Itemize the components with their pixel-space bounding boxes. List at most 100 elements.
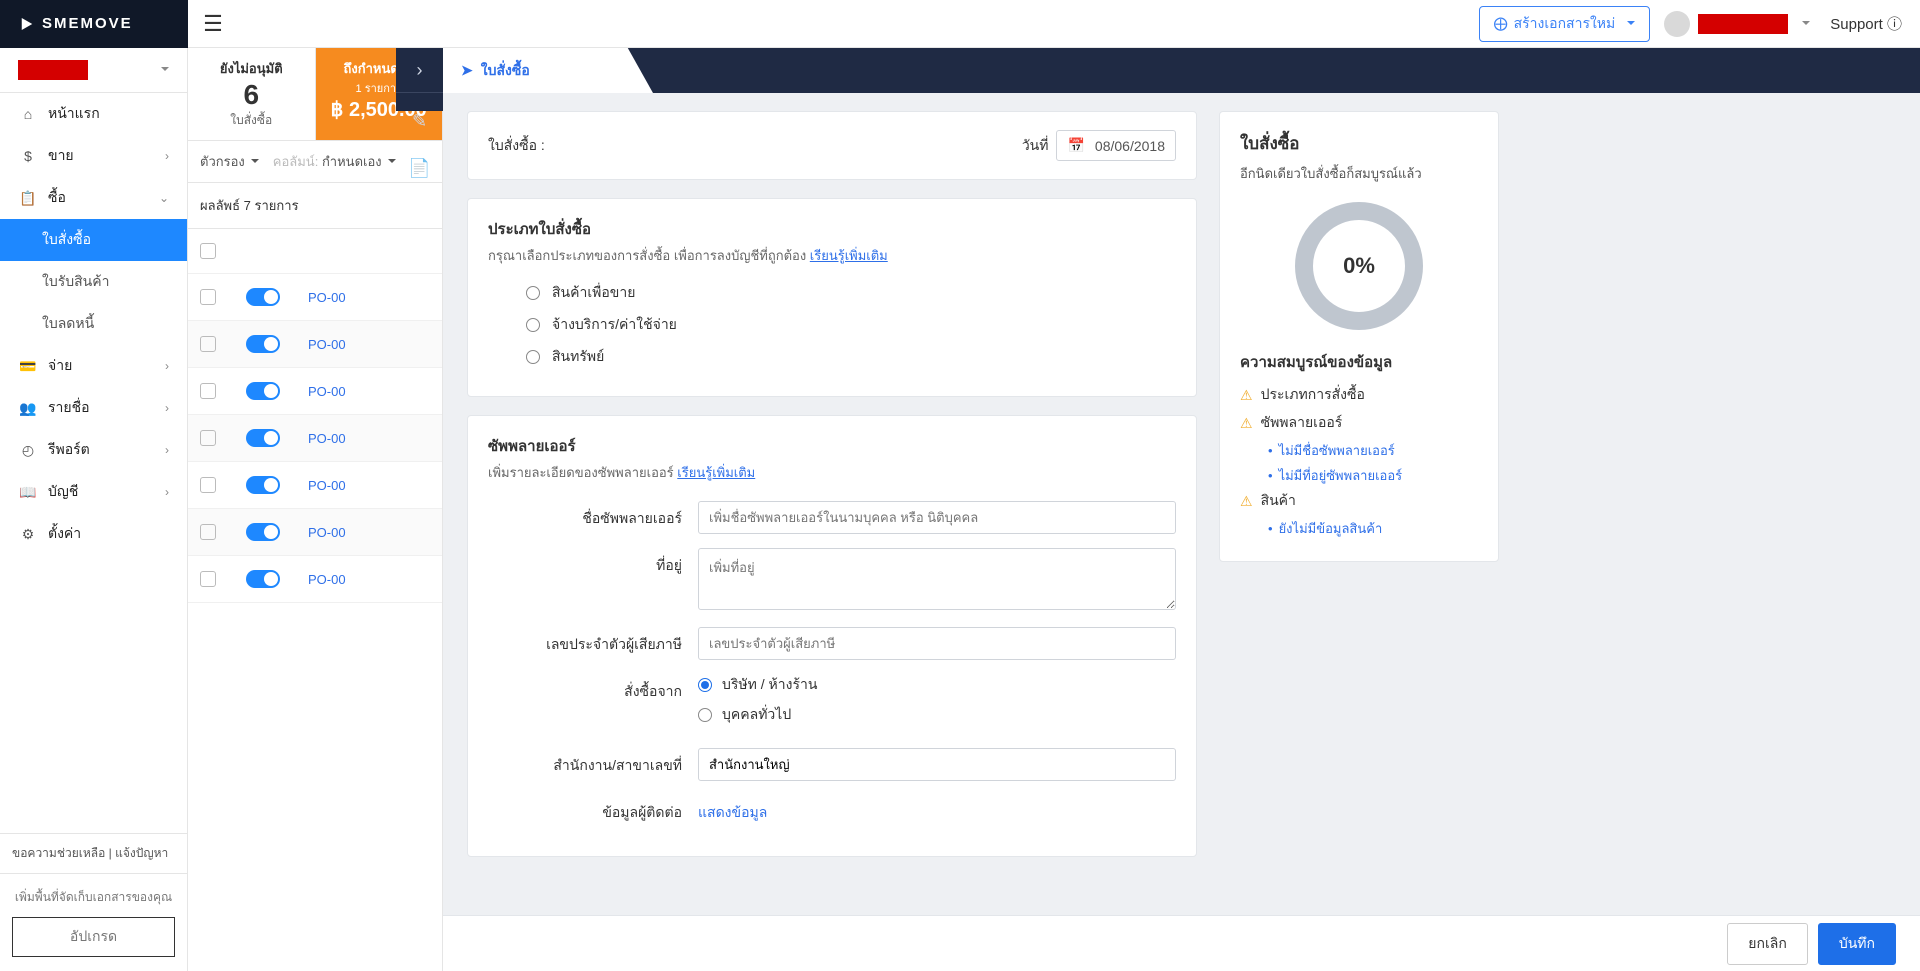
table-row[interactable]: PO-00 xyxy=(188,274,442,321)
home-icon: ⌂ xyxy=(18,106,38,122)
row-toggle[interactable] xyxy=(246,429,280,447)
table-row[interactable]: PO-00 xyxy=(188,368,442,415)
progress-percent: 0% xyxy=(1295,202,1423,330)
clock-icon: ◴ xyxy=(18,442,38,459)
po-link[interactable]: PO-00 xyxy=(308,478,346,493)
topbar: SMEMOVE ☰ ⨁ สร้างเอกสารใหม่ Support ⓘ xyxy=(0,0,1920,48)
nav-contacts[interactable]: 👥รายชื่อ› xyxy=(0,387,187,429)
row-toggle[interactable] xyxy=(246,523,280,541)
filter-dropdown[interactable]: ตัวกรอง xyxy=(200,151,259,172)
user-menu[interactable] xyxy=(1664,11,1810,37)
po-link[interactable]: PO-00 xyxy=(308,525,346,540)
row-toggle[interactable] xyxy=(246,382,280,400)
row-checkbox[interactable] xyxy=(200,289,216,305)
new-document-button[interactable]: ⨁ สร้างเอกสารใหม่ xyxy=(1479,6,1651,42)
nav-sell[interactable]: $ขาย› xyxy=(0,135,187,177)
sidebar-help-link[interactable]: ขอความช่วยเหลือ | แจ้งปัญหา xyxy=(0,833,187,873)
table-row[interactable]: PO-00 xyxy=(188,321,442,368)
order-from-company[interactable]: บริษัท / ห้างร้าน xyxy=(698,674,1176,696)
clipboard-icon: 📋 xyxy=(18,190,38,207)
po-type-option[interactable]: จ้างบริการ/ค่าใช้จ่าย xyxy=(526,314,1176,336)
cancel-button[interactable]: ยกเลิก xyxy=(1727,923,1808,965)
plus-icon: ⨁ xyxy=(1494,15,1508,32)
edit-icon[interactable]: ✎ xyxy=(412,111,427,132)
supplier-card: ซัพพลายเออร์ เพิ่มรายละเอียดของซัพพลายเอ… xyxy=(467,415,1197,857)
nav-buy[interactable]: 📋ซื้อ⌄ xyxy=(0,177,187,219)
section-desc: เพิ่มรายละเอียดของซัพพลายเออร์ เรียนรู้เ… xyxy=(488,462,1176,483)
logo[interactable]: SMEMOVE xyxy=(0,0,188,48)
checklist-item: ⚠สินค้า xyxy=(1240,490,1478,512)
po-link[interactable]: PO-00 xyxy=(308,431,346,446)
order-from-person[interactable]: บุคคลทั่วไป xyxy=(698,704,1176,726)
checklist-item: ⚠ประเภทการสั่งซื้อ xyxy=(1240,384,1478,406)
checkbox-all[interactable] xyxy=(200,243,216,259)
chevron-right-icon: › xyxy=(165,359,169,373)
company-selector[interactable] xyxy=(0,48,187,93)
sidebar-upgrade-section: เพิ่มพื้นที่จัดเก็บเอกสารของคุณ อัปเกรด xyxy=(0,873,187,971)
table-row[interactable]: PO-00 xyxy=(188,556,442,603)
editor-footer: ยกเลิก บันทึก xyxy=(443,915,1920,971)
checklist-subitem[interactable]: ไม่มีที่อยู่ซัพพลายเออร์ xyxy=(1268,465,1478,486)
date-input[interactable]: 📅 08/06/2018 xyxy=(1056,130,1176,161)
address-textarea[interactable] xyxy=(698,548,1176,610)
row-checkbox[interactable] xyxy=(200,477,216,493)
nav-settings[interactable]: ⚙ตั้งค่า xyxy=(0,513,187,555)
column-dropdown[interactable]: คอลัมน์: กำหนดเอง xyxy=(273,151,396,172)
nav-buy-receive[interactable]: ใบรับสินค้า xyxy=(0,261,187,303)
save-button[interactable]: บันทึก xyxy=(1818,923,1896,965)
stat-pending[interactable]: ยังไม่อนุมัติ 6 ใบสั่งซื้อ xyxy=(188,48,316,140)
po-link[interactable]: PO-00 xyxy=(308,337,346,352)
upgrade-button[interactable]: อัปเกรด xyxy=(12,917,175,957)
po-link[interactable]: PO-00 xyxy=(308,384,346,399)
table-row[interactable]: PO-00 xyxy=(188,509,442,556)
form-row-contact: ข้อมูลผู้ติดต่อ แสดงข้อมูล xyxy=(488,795,1176,824)
nav-account[interactable]: 📖บัญชี› xyxy=(0,471,187,513)
section-title: ซัพพลายเออร์ xyxy=(488,434,1176,458)
row-toggle[interactable] xyxy=(246,476,280,494)
radio-icon xyxy=(698,708,712,722)
results-count: ผลลัพธ์ 7 รายการ xyxy=(188,183,442,229)
section-desc: กรุณาเลือกประเภทของการสั่งซื้อ เพื่อการล… xyxy=(488,245,1176,266)
row-toggle[interactable] xyxy=(246,288,280,306)
row-checkbox[interactable] xyxy=(200,524,216,540)
support-link[interactable]: Support ⓘ xyxy=(1830,13,1902,34)
row-checkbox[interactable] xyxy=(200,383,216,399)
chevron-down-icon xyxy=(245,154,259,169)
field-label: สำนักงาน/สาขาเลขที่ xyxy=(488,748,698,777)
learn-more-link[interactable]: เรียนรู้เพิ่มเติม xyxy=(677,465,755,480)
checklist-subitem[interactable]: ไม่มีชื่อซัพพลายเออร์ xyxy=(1268,440,1478,461)
po-type-options: สินค้าเพื่อขาย จ้างบริการ/ค่าใช้จ่าย สิน… xyxy=(526,282,1176,368)
row-checkbox[interactable] xyxy=(200,571,216,587)
checklist-subitem[interactable]: ยังไม่มีข้อมูลสินค้า xyxy=(1268,518,1478,539)
row-checkbox[interactable] xyxy=(200,336,216,352)
tax-id-input[interactable] xyxy=(698,627,1176,660)
learn-more-link[interactable]: เรียนรู้เพิ่มเติม xyxy=(810,248,888,263)
branch-input[interactable] xyxy=(698,748,1176,781)
collapse-panel-button[interactable]: › xyxy=(396,48,443,93)
hamburger-icon[interactable]: ☰ xyxy=(188,11,238,37)
nav-report[interactable]: ◴รีพอร์ต› xyxy=(0,429,187,471)
row-toggle[interactable] xyxy=(246,335,280,353)
nav-buy-cn[interactable]: ใบลดหนี้ xyxy=(0,303,187,345)
filters-row: ตัวกรอง คอลัมน์: กำหนดเอง xyxy=(188,141,442,183)
po-link[interactable]: PO-00 xyxy=(308,290,346,305)
row-toggle[interactable] xyxy=(246,570,280,588)
option-label: สินทรัพย์ xyxy=(552,346,604,368)
calendar-icon: 📅 xyxy=(1067,137,1084,154)
play-icon xyxy=(18,15,36,33)
supplier-name-input[interactable] xyxy=(698,501,1176,534)
po-type-option[interactable]: สินค้าเพื่อขาย xyxy=(526,282,1176,304)
warning-icon: ⚠ xyxy=(1240,415,1253,432)
row-checkbox[interactable] xyxy=(200,430,216,446)
option-label: บริษัท / ห้างร้าน xyxy=(722,674,817,696)
po-type-option[interactable]: สินทรัพย์ xyxy=(526,346,1176,368)
document-icon[interactable]: 📄 xyxy=(408,158,430,179)
po-link[interactable]: PO-00 xyxy=(308,572,346,587)
nav-pay[interactable]: 💳จ่าย› xyxy=(0,345,187,387)
nav-home[interactable]: ⌂หน้าแรก xyxy=(0,93,187,135)
nav-buy-po[interactable]: ใบสั่งซื้อ xyxy=(0,219,187,261)
table-row[interactable]: PO-00 xyxy=(188,415,442,462)
tab-po[interactable]: ➤ ใบสั่งซื้อ xyxy=(443,48,653,93)
table-row[interactable]: PO-00 xyxy=(188,462,442,509)
show-contact-link[interactable]: แสดงข้อมูล xyxy=(698,795,767,824)
